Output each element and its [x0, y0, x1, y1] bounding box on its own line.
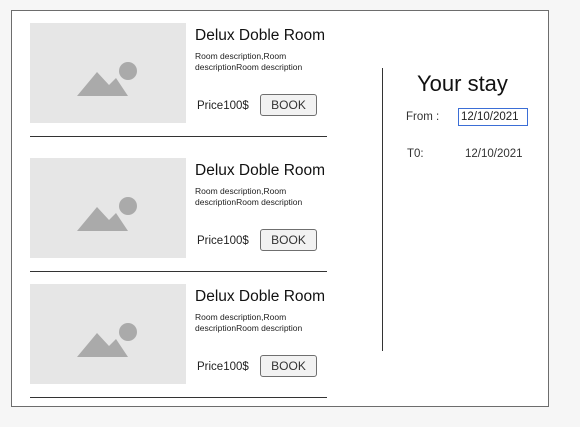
room-name: Delux Doble Room [195, 162, 326, 179]
room-name: Delux Doble Room [195, 288, 326, 305]
from-date-input[interactable] [458, 108, 528, 126]
divider [30, 271, 327, 272]
room-image [30, 158, 186, 258]
from-label: From : [406, 111, 440, 123]
image-placeholder-icon [77, 62, 137, 96]
booking-frame: Delux Doble Room Room description,Room d… [11, 10, 549, 407]
to-date-value: 12/10/2021 [465, 148, 523, 160]
book-button[interactable]: BOOK [260, 94, 317, 116]
room-description: Room description,Room descriptionRoom de… [195, 312, 303, 333]
room-price: Price100$ [197, 235, 249, 247]
book-button[interactable]: BOOK [260, 355, 317, 377]
room-price: Price100$ [197, 361, 249, 373]
book-button[interactable]: BOOK [260, 229, 317, 251]
room-name: Delux Doble Room [195, 27, 326, 44]
image-placeholder-icon [77, 197, 137, 231]
divider [30, 136, 327, 137]
room-description: Room description,Room descriptionRoom de… [195, 186, 303, 207]
room-price: Price100$ [197, 100, 249, 112]
divider [30, 397, 327, 398]
room-image [30, 23, 186, 123]
vertical-divider [382, 68, 383, 351]
room-description: Room description,Room descriptionRoom de… [195, 51, 303, 72]
stay-title: Your stay [417, 71, 508, 96]
room-image [30, 284, 186, 384]
room-card: Delux Doble Room Room description,Room d… [30, 284, 327, 410]
room-card: Delux Doble Room Room description,Room d… [30, 158, 327, 284]
to-label: T0: [407, 148, 424, 160]
image-placeholder-icon [77, 323, 137, 357]
room-card: Delux Doble Room Room description,Room d… [30, 23, 327, 149]
